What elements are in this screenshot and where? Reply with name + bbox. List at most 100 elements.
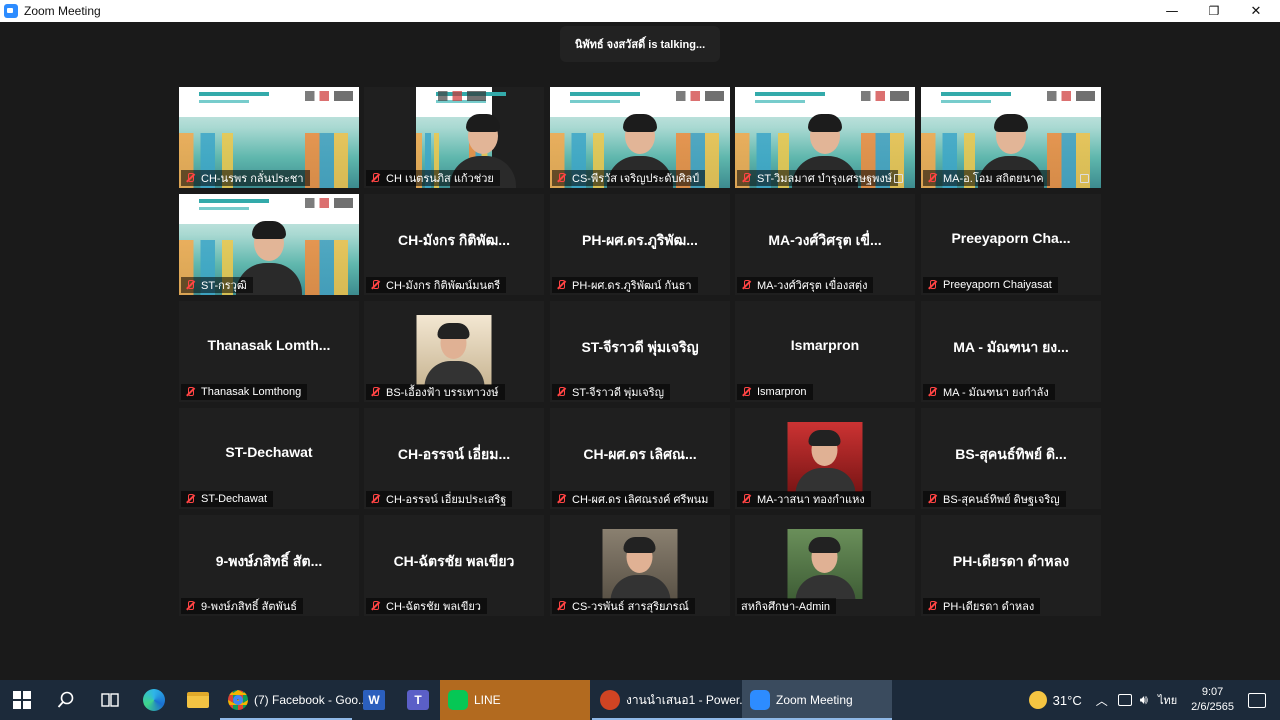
input-language[interactable]: ไทย: [1158, 691, 1177, 709]
taskbar-app-label: (7) Facebook - Goo...: [254, 693, 369, 707]
participant-name-label: Preeyaporn Chaiyasat: [923, 277, 1058, 293]
participant-display-name: MA - มัณฑนา ยง...: [953, 339, 1069, 355]
participant-display-name: PH-เดียรดา ดำหลง: [952, 553, 1070, 569]
mic-muted-icon: [184, 279, 196, 291]
participant-tile[interactable]: CH-ฉัตรชัย พลเขียว CH-ฉัตรชัย พลเขียว: [364, 515, 544, 616]
participant-tile[interactable]: Ismarpron Ismarpron: [735, 301, 915, 402]
profile-photo: [416, 315, 492, 385]
system-tray: 31°C ︿ 🔊︎ ไทย 9:07 2/6/2565: [1028, 680, 1280, 720]
participant-tile[interactable]: MA-อ.โอม สถิตยนาค: [921, 87, 1101, 188]
participant-name-label: CH-ผศ.ดร เลิศณรงค์ ศรีพนม: [552, 491, 715, 507]
weather-temp[interactable]: 31°C: [1053, 693, 1082, 708]
mic-muted-icon: [926, 279, 938, 291]
participant-tile[interactable]: BS-สุคนธ์ทิพย์ ดิ... BS-สุคนธ์ทิพย์ ดิษฐเ…: [921, 408, 1101, 509]
participant-tile[interactable]: 9-พงษ์ภสิทธิ์ สัต... 9-พงษ์ภสิทธิ์ สัตพัน…: [179, 515, 359, 616]
mic-muted-icon: [369, 172, 381, 184]
mic-muted-icon: [740, 279, 752, 291]
clock-time: 9:07: [1201, 686, 1224, 698]
participant-name: CS-พีรวัส เจริญประดับศิลป์: [572, 173, 700, 185]
minimize-button[interactable]: —: [1150, 0, 1194, 22]
mic-muted-icon: [184, 172, 196, 184]
participant-tile[interactable]: CH-ผศ.ดร เลิศณ... CH-ผศ.ดร เลิศณรงค์ ศรีพ…: [550, 408, 730, 509]
taskbar-edge[interactable]: [132, 680, 176, 720]
mic-muted-icon: [926, 600, 938, 612]
participant-display-name: Ismarpron: [790, 337, 860, 353]
participant-tile[interactable]: Preeyaporn Cha... Preeyaporn Chaiyasat: [921, 194, 1101, 295]
participant-name: สหกิจศึกษา-Admin: [741, 601, 830, 613]
mic-muted-icon: [555, 172, 567, 184]
participant-name-label: CS-วรพันธ์ สารสุริยภรณ์: [552, 598, 695, 614]
start-button[interactable]: [0, 680, 44, 720]
word-icon: W: [363, 690, 385, 710]
participant-display-name: CH-ฉัตรชัย พลเขียว: [393, 553, 515, 569]
taskbar-app-label: LINE: [474, 693, 501, 707]
title-bar: Zoom Meeting — ❐ ✕: [0, 0, 1280, 22]
volume-icon[interactable]: 🔊︎: [1140, 692, 1148, 708]
participant-display-name: CH-ผศ.ดร เลิศณ...: [583, 446, 697, 462]
mic-muted-icon: [555, 386, 567, 398]
close-button[interactable]: ✕: [1234, 0, 1278, 22]
participant-name: MA - มัณฑนา ยงกำลัง: [943, 387, 1049, 399]
mic-muted-icon: [926, 386, 938, 398]
chevron-up-icon[interactable]: ︿: [1096, 692, 1108, 709]
participant-name-label: CS-พีรวัส เจริญประดับศิลป์: [552, 170, 706, 186]
participant-name: PH-ผศ.ดร.ภูริพัฒน์ กันธา: [572, 280, 692, 292]
participant-tile[interactable]: CH-อรรจน์ เอี่ยม... CH-อรรจน์ เอี่ยมประเส…: [364, 408, 544, 509]
mic-muted-icon: [740, 172, 752, 184]
mic-muted-icon: [740, 493, 752, 505]
participant-name: MA-วงศ์วิศรุต เขื่องสตุ่ง: [757, 280, 868, 292]
participant-tile[interactable]: MA-วงศ์วิศรุต เขื่... MA-วงศ์วิศรุต เขื่อ…: [735, 194, 915, 295]
taskbar-teams[interactable]: T: [396, 680, 440, 720]
participant-name: ST-จีราวดี พุ่มเจริญ: [572, 387, 665, 399]
participant-name-label: MA-อ.โอม สถิตยนาค: [923, 170, 1050, 186]
participant-name: CH-ผศ.ดร เลิศณรงค์ ศรีพนม: [572, 494, 709, 506]
participant-name: MA-อ.โอม สถิตยนาค: [943, 173, 1044, 185]
search-button[interactable]: [44, 680, 88, 720]
participant-tile[interactable]: ST-Dechawat ST-Dechawat: [179, 408, 359, 509]
participant-tile[interactable]: CS-พีรวัส เจริญประดับศิลป์: [550, 87, 730, 188]
participant-tile[interactable]: CS-วรพันธ์ สารสุริยภรณ์: [550, 515, 730, 616]
meeting-stage: นิพัทธ์ จงสวัสดิ์ is talking... CH-นรพร …: [0, 22, 1280, 680]
participant-tile[interactable]: MA - มัณฑนา ยง... MA - มัณฑนา ยงกำลัง: [921, 301, 1101, 402]
profile-photo: [602, 529, 678, 599]
restore-button[interactable]: ❐: [1192, 0, 1236, 22]
edge-icon: [143, 689, 165, 711]
taskbar-file-explorer[interactable]: [176, 680, 220, 720]
caption-icon: [894, 174, 903, 183]
taskbar-app-zoom[interactable]: Zoom Meeting: [742, 680, 892, 720]
mic-muted-icon: [555, 493, 567, 505]
mic-muted-icon: [369, 279, 381, 291]
taskbar-word[interactable]: W: [352, 680, 396, 720]
network-icon[interactable]: [1117, 694, 1132, 706]
task-view-button[interactable]: [88, 680, 132, 720]
participant-tile[interactable]: สหกิจศึกษา-Admin: [735, 515, 915, 616]
caption-icon: [1080, 174, 1089, 183]
participant-tile[interactable]: PH-เดียรดา ดำหลง PH-เดียรดา ดำหลง: [921, 515, 1101, 616]
participant-tile[interactable]: ST-วิมลมาศ บำรุงเศรษฐพงษ์: [735, 87, 915, 188]
participant-tile[interactable]: PH-ผศ.ดร.ภูริพัฒ... PH-ผศ.ดร.ภูริพัฒน์ กั…: [550, 194, 730, 295]
participant-display-name: CH-มังกร กิติพัฒ...: [398, 232, 510, 248]
participant-tile[interactable]: ST-กรวุฒิ: [179, 194, 359, 295]
participant-name-label: ST-จีราวดี พุ่มเจริญ: [552, 384, 671, 400]
participant-tile[interactable]: CH-มังกร กิติพัฒ... CH-มังกร กิติพัฒน์มนต…: [364, 194, 544, 295]
participant-tile[interactable]: CH เนตรนภิส แก้วช่วย: [364, 87, 544, 188]
virtual-background-banner: [179, 87, 359, 117]
taskbar-app-chrome[interactable]: (7) Facebook - Goo...: [220, 680, 368, 720]
mic-muted-icon: [926, 172, 938, 184]
participant-name: BS-เอื้องฟ้า บรรเทาวงษ์: [386, 387, 499, 399]
participant-name: PH-เดียรดา ดำหลง: [943, 601, 1035, 613]
participant-tile[interactable]: Thanasak Lomth... Thanasak Lomthong: [179, 301, 359, 402]
taskbar-app-line[interactable]: LINE: [440, 680, 590, 720]
participant-tile[interactable]: CH-นรพร กลั่นประชา: [179, 87, 359, 188]
participant-tile[interactable]: BS-เอื้องฟ้า บรรเทาวงษ์: [364, 301, 544, 402]
notifications-icon[interactable]: [1248, 692, 1266, 708]
taskbar-app-powerpoint[interactable]: งานนำเสนอ1 - Power...: [592, 680, 749, 720]
participant-display-name: ST-จีราวดี พุ่มเจริญ: [581, 339, 699, 355]
participant-tile[interactable]: ST-จีราวดี พุ่มเจริญ ST-จีราวดี พุ่มเจริญ: [550, 301, 730, 402]
participant-name: MA-วาสนา ทองกำแหง: [757, 494, 865, 506]
clock[interactable]: 9:07 2/6/2565: [1191, 685, 1234, 715]
mic-muted-icon: [926, 493, 938, 505]
profile-photo: [787, 529, 863, 599]
participant-tile[interactable]: MA-วาสนา ทองกำแหง: [735, 408, 915, 509]
mic-muted-icon: [184, 600, 196, 612]
